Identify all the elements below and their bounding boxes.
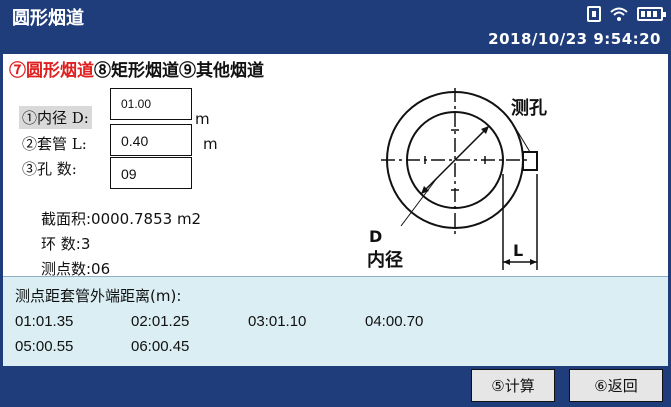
distance-panel: 测点距套管外端距离(m): 01:01.35 02:01.25 03:01.10… bbox=[3, 276, 668, 366]
port-icon bbox=[522, 151, 538, 171]
tab-other-flue[interactable]: ⑨其他烟道 bbox=[179, 61, 264, 81]
flue-diagram: 测孔 D 内径 L bbox=[367, 88, 547, 271]
main-panel: ⑦圆形烟道⑧矩形烟道⑨其他烟道 ①内径 D: 01.00 m ②套管 L: 0.… bbox=[3, 54, 668, 278]
sleeve-field[interactable]: 0.40 bbox=[110, 124, 192, 156]
holes-label: ③孔 数: bbox=[22, 160, 77, 178]
distance-item: 02:01.25 bbox=[131, 313, 190, 330]
title-bar: 圆形烟道 2018/10/23 9:54:20 bbox=[0, 0, 671, 54]
back-button[interactable]: ⑥返回 bbox=[569, 369, 663, 402]
distance-item: 06:00.45 bbox=[131, 338, 190, 355]
inner-diameter-unit: m bbox=[195, 110, 210, 128]
distance-item: 04:00.70 bbox=[365, 313, 424, 330]
status-icons bbox=[587, 6, 666, 22]
cross-section-area: 截面积:0000.7853 m2 bbox=[41, 210, 202, 228]
battery-icon bbox=[637, 7, 666, 21]
footer-bar: ⑤计算 ⑥返回 bbox=[0, 366, 671, 407]
wifi-icon bbox=[609, 6, 629, 22]
inner-diameter-field[interactable]: 01.00 bbox=[110, 88, 192, 120]
sleeve-unit: m bbox=[203, 135, 218, 153]
distance-item: 03:01.10 bbox=[248, 313, 307, 330]
datetime: 2018/10/23 9:54:20 bbox=[488, 30, 661, 48]
sleeve-label: ②套管 L: bbox=[22, 135, 87, 153]
d-label: D bbox=[369, 227, 382, 246]
page-title: 圆形烟道 bbox=[12, 8, 84, 29]
diameter-label: 内径 bbox=[367, 249, 403, 271]
distance-item: 01:01.35 bbox=[15, 313, 74, 330]
inner-diameter-label: ①内径 D: bbox=[19, 106, 92, 129]
calculate-button[interactable]: ⑤计算 bbox=[471, 369, 555, 402]
screen: 圆形烟道 2018/10/23 9:54:20 ⑦圆形烟道⑧矩形烟道⑨其他烟道 … bbox=[0, 0, 671, 407]
tab-rectangular-flue[interactable]: ⑧矩形烟道 bbox=[94, 61, 179, 81]
hole-label: 测孔 bbox=[511, 97, 547, 119]
distance-title: 测点距套管外端距离(m): bbox=[15, 287, 182, 305]
distance-item: 05:00.55 bbox=[15, 338, 74, 355]
flue-type-tabs: ⑦圆形烟道⑧矩形烟道⑨其他烟道 bbox=[9, 56, 264, 81]
l-label: L bbox=[513, 241, 523, 260]
usb-icon bbox=[587, 6, 601, 22]
ring-count: 环 数:3 bbox=[41, 235, 91, 253]
holes-field[interactable]: 09 bbox=[110, 157, 192, 189]
tab-circular-flue[interactable]: ⑦圆形烟道 bbox=[9, 61, 94, 81]
